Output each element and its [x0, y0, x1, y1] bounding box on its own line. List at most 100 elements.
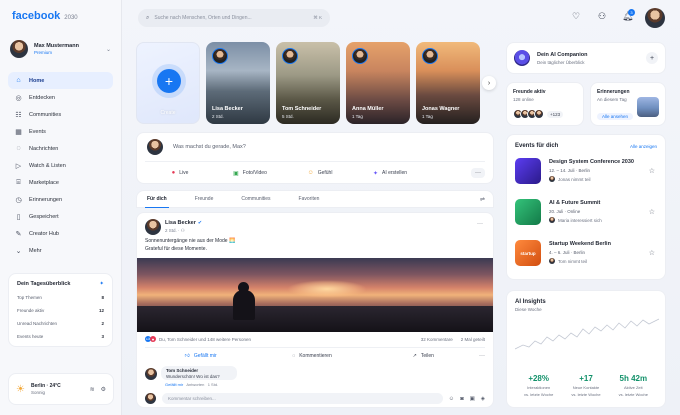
ai-companion-card[interactable]: Dein AI Companion Dein täglicher Überbli…: [506, 42, 666, 74]
reactions-text[interactable]: Du, Tom Schneider und 148 weitere Person…: [159, 337, 251, 342]
tab-communities[interactable]: Communities: [241, 190, 270, 208]
weather-condition: Sonnig: [30, 390, 45, 395]
sidebar-item-creator-hub[interactable]: ✎ Creator Hub: [8, 225, 113, 242]
comment-like-link[interactable]: Gefällt mir: [165, 382, 183, 387]
heart-icon[interactable]: ♡: [572, 11, 580, 22]
sidebar-item-events[interactable]: ▦ Events: [8, 123, 113, 140]
audio-wave-icon[interactable]: ≋: [90, 386, 95, 393]
create-story-card[interactable]: + Create: [136, 42, 200, 124]
story-time: 5 Std.: [282, 114, 294, 119]
tab-freunde[interactable]: Freunde: [195, 190, 214, 208]
event-name[interactable]: Design System Conference 2030: [549, 159, 634, 165]
event-item[interactable]: startup Startup Weekend Berlin 4. – 6. Jul…: [515, 240, 657, 272]
sidebar-item-gespeichert[interactable]: ▯ Gespeichert: [8, 208, 113, 225]
story-card[interactable]: Anna Müller 1 Tag: [346, 42, 410, 124]
share-button[interactable]: ↗ Teilen: [368, 353, 479, 359]
sidebar-item-mehr[interactable]: ⌄ Mehr: [8, 242, 113, 259]
search-input[interactable]: [154, 15, 305, 21]
chevron-down-icon: ⌄: [15, 247, 22, 255]
post-actions: 👍︎ Gefällt mir ◌ Kommentieren ↗ Teilen ···: [145, 347, 485, 363]
camera-icon[interactable]: ◙: [460, 396, 463, 402]
sidebar-item-watch-listen[interactable]: ▷ Watch & Listen: [8, 157, 113, 174]
event-thumbnail[interactable]: startup: [515, 240, 541, 266]
event-name[interactable]: Startup Weekend Berlin: [549, 241, 611, 247]
story-card[interactable]: Tom Schneider 5 Std.: [276, 42, 340, 124]
story-time: 1 Tag: [352, 114, 363, 119]
memories-card[interactable]: Erinnerungen An diesem Tag Alle ansehen: [590, 82, 666, 126]
more-icon[interactable]: ···: [471, 168, 485, 178]
composer-ai-erstellen-button[interactable]: ✦ AI erstellen: [355, 170, 425, 177]
post-author[interactable]: Lisa Becker ✔: [165, 220, 202, 226]
weather-widget[interactable]: ☀ Berlin · 24°C Sonnig ≋ ⚙: [8, 373, 114, 405]
sidebar-item-communities[interactable]: ☷ Communities: [8, 106, 113, 123]
composer-gef-hl-button[interactable]: ☺ Gefühl: [285, 170, 355, 176]
sidebar-item-entdecken[interactable]: ◎ Entdecken: [8, 89, 113, 106]
logo[interactable]: facebook 2030: [12, 10, 113, 22]
composer-action-label: Gefühl: [317, 170, 333, 176]
comment-button[interactable]: ◌ Kommentieren: [256, 353, 367, 359]
event-item[interactable]: AI & Future Summit 20. Juli · Online Maria…: [515, 199, 657, 231]
tab-f-r-dich[interactable]: Für dich: [145, 190, 169, 208]
plus-icon[interactable]: +: [157, 69, 181, 93]
more-icon[interactable]: ···: [477, 221, 483, 227]
events-see-all-link[interactable]: Alle anzeigen: [630, 144, 657, 149]
story-name: Lisa Becker: [212, 106, 243, 112]
sidebar-item-home[interactable]: ⌂ Home: [8, 72, 113, 89]
comment-reply-link[interactable]: Antworten: [186, 382, 204, 387]
story-card[interactable]: Jonas Wagner 1 Tag: [416, 42, 480, 124]
shop-icon: ⌸: [16, 178, 21, 186]
sidebar-item-label: Events: [29, 128, 46, 135]
tab-favoriten[interactable]: Favoriten: [299, 190, 320, 208]
memory-thumbnail[interactable]: [637, 97, 659, 117]
composer-foto-video-button[interactable]: ▣ Foto/Video: [215, 170, 285, 177]
sidebar-item-marketplace[interactable]: ⌸ Marketplace: [8, 174, 113, 191]
comments-count[interactable]: 32 Kommentare: [421, 337, 453, 342]
add-button[interactable]: +: [646, 52, 658, 64]
event-thumbnail[interactable]: [515, 158, 541, 184]
shares-count[interactable]: 2 Mal geteilt: [461, 337, 485, 342]
search-icon: ⌕: [146, 14, 150, 21]
ai-title: Dein AI Companion: [537, 51, 588, 58]
event-item[interactable]: Design System Conference 2030 12. – 14. J…: [515, 158, 657, 190]
commenter-avatar[interactable]: [145, 368, 157, 380]
filter-icon[interactable]: ⇌: [480, 196, 485, 203]
stories-next-button[interactable]: ›: [482, 76, 496, 90]
event-name[interactable]: AI & Future Summit: [549, 200, 600, 206]
friends-extra-count[interactable]: +123: [547, 110, 564, 118]
sidebar-item-nachrichten[interactable]: ◌ Nachrichten: [8, 140, 113, 157]
comment-input[interactable]: [162, 393, 443, 404]
event-thumbnail[interactable]: [515, 199, 541, 225]
friends-icon[interactable]: ⚇: [598, 11, 606, 22]
account-avatar[interactable]: [645, 8, 665, 28]
notification-badge: 3: [628, 9, 635, 16]
star-icon[interactable]: ☆: [649, 167, 655, 175]
sidebar-item-label: Mehr: [29, 247, 42, 254]
sidebar-item-erinnerungen[interactable]: ◷ Erinnerungen: [8, 191, 113, 208]
composer-action-label: Foto/Video: [242, 170, 267, 176]
story-card[interactable]: Lisa Becker 2 Std.: [206, 42, 270, 124]
story-name: Anna Müller: [352, 106, 384, 112]
profile-switcher[interactable]: Max Mustermann Premium ⌄: [8, 38, 113, 60]
reaction-icons[interactable]: 👍︎ ♥: [145, 336, 156, 342]
star-icon[interactable]: ☆: [649, 208, 655, 216]
heart-icon: ♥: [150, 336, 156, 342]
gif-icon[interactable]: ▣: [470, 396, 475, 402]
composer-live-button[interactable]: ● Live: [145, 170, 215, 176]
commenter-name[interactable]: Tom Schneider: [166, 368, 232, 373]
share-icon: ↗: [412, 352, 417, 359]
composer-prompt[interactable]: Was machst du gerade, Max?: [173, 144, 246, 150]
settings-icon[interactable]: ⚙: [101, 386, 106, 393]
like-button[interactable]: 👍︎ Gefällt mir: [145, 353, 256, 359]
memories-view-all-button[interactable]: Alle ansehen: [597, 113, 634, 120]
star-icon[interactable]: ☆: [649, 249, 655, 257]
author-avatar[interactable]: [145, 219, 161, 235]
friends-active-card[interactable]: Freunde aktiv 128 online +123: [506, 82, 584, 126]
summary-row-value: 8: [101, 295, 104, 300]
sticker-icon[interactable]: ◈: [481, 396, 485, 402]
chevron-down-icon[interactable]: ⌄: [106, 46, 111, 53]
more-icon[interactable]: ···: [479, 353, 485, 359]
avatar[interactable]: [534, 109, 544, 119]
post-image[interactable]: [137, 258, 493, 332]
search-bar[interactable]: ⌕ ⌘ K: [138, 9, 330, 27]
emoji-icon[interactable]: ☺: [449, 396, 455, 402]
